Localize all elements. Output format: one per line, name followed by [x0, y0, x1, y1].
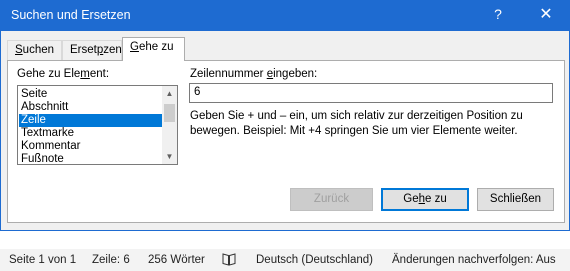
tab-gehe-zu-label: ehe zu — [138, 41, 174, 53]
list-item[interactable]: Textmarke — [19, 127, 163, 140]
scroll-up-icon[interactable]: ▲ — [162, 86, 177, 101]
element-label-post: ent: — [89, 68, 110, 80]
list-item[interactable]: Abschnitt — [19, 101, 163, 114]
title-bar: Suchen und Ersetzen ? ✕ — [1, 0, 570, 31]
scroll-down-icon[interactable]: ▼ — [162, 149, 177, 164]
list-item[interactable]: Fußnote — [19, 153, 163, 164]
list-scrollbar[interactable]: ▲ ▼ — [162, 86, 177, 164]
element-label-pre: Gehe zu Ele — [17, 68, 81, 80]
tab-ersetzen[interactable]: Ersetpzen — [62, 40, 122, 60]
tab-gehe-zu[interactable]: Gehe zu — [122, 37, 185, 61]
find-replace-dialog: Suchen und Ersetzen ? ✕ Suchen Ersetpzen… — [0, 0, 570, 231]
goto-button-label-post: e zu — [425, 193, 447, 205]
goto-button-label-pre: Ge — [403, 193, 419, 205]
tab-gehe-zu-accel: G — [130, 41, 139, 53]
status-line[interactable]: Zeile: 6 — [92, 254, 130, 266]
dialog-title: Suchen und Ersetzen — [11, 8, 131, 22]
tab-ersetzen-label-post: zen — [103, 44, 122, 56]
status-page[interactable]: Seite 1 von 1 — [9, 254, 76, 266]
element-label-accel: m — [80, 68, 90, 80]
list-item-selected[interactable]: Zeile — [19, 114, 163, 127]
book-icon[interactable] — [222, 252, 236, 269]
book-icon-svg — [222, 253, 236, 266]
help-button[interactable]: ? — [488, 6, 508, 22]
close-button[interactable]: Schließen — [477, 188, 554, 211]
tab-suchen[interactable]: Suchen — [7, 40, 62, 60]
element-listbox[interactable]: Seite Abschnitt Zeile Textmarke Kommenta… — [17, 85, 178, 165]
list-item[interactable]: Seite — [19, 88, 163, 101]
number-label: Zeilennummer eingeben: — [190, 68, 317, 80]
scroll-thumb[interactable] — [164, 104, 175, 122]
line-number-input[interactable]: 6 — [189, 83, 553, 103]
help-text: Geben Sie + und – ein, um sich relativ z… — [190, 110, 523, 137]
number-label-pre: Zeilennummer — [190, 68, 267, 80]
status-bar: Seite 1 von 1 Zeile: 6 256 Wörter Deutsc… — [0, 249, 570, 271]
close-icon[interactable]: ✕ — [531, 4, 561, 24]
tab-suchen-accel: S — [15, 44, 23, 56]
status-word-count[interactable]: 256 Wörter — [148, 254, 205, 266]
goto-button[interactable]: Gehe zu — [381, 188, 469, 211]
status-track-changes[interactable]: Änderungen nachverfolgen: Aus — [392, 254, 556, 266]
list-item[interactable]: Kommentar — [19, 140, 163, 153]
number-label-post: ingeben: — [273, 68, 318, 80]
status-language[interactable]: Deutsch (Deutschland) — [256, 254, 373, 266]
element-label: Gehe zu Element: — [17, 68, 109, 80]
tab-suchen-label: uchen — [22, 44, 55, 56]
tab-ersetzen-label-pre: Erset — [70, 44, 97, 56]
back-button[interactable]: Zurück — [290, 188, 373, 211]
